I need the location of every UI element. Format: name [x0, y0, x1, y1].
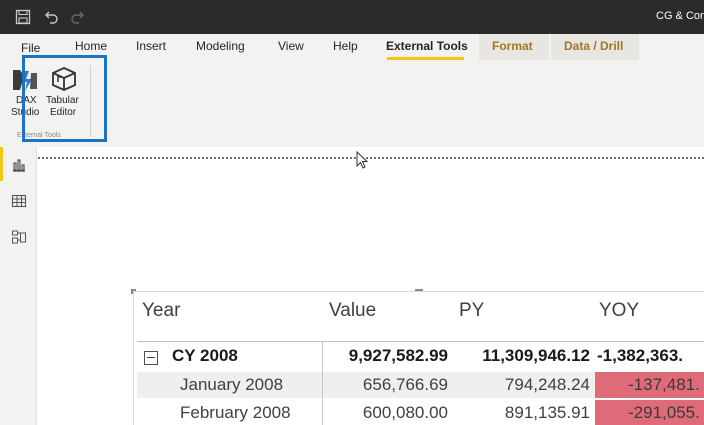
cell-year: CY 2008 — [172, 346, 238, 365]
cell-value: 600,080.00 — [362, 403, 448, 422]
tab-data-drill[interactable]: Data / Drill — [564, 39, 623, 53]
tab-home[interactable]: Home — [75, 39, 107, 53]
cell-year: February 2008 — [180, 403, 291, 422]
save-icon[interactable] — [15, 9, 31, 25]
column-header-py[interactable]: PY — [459, 300, 484, 322]
active-tab-indicator — [387, 57, 464, 60]
column-header-yoy[interactable]: YOY — [599, 300, 639, 322]
active-view-indicator — [0, 147, 3, 181]
cell-yoy: -291,055. — [628, 403, 700, 422]
model-view-icon[interactable] — [11, 229, 27, 245]
redo-icon[interactable] — [70, 9, 86, 25]
app-title: CG & Cons — [656, 10, 704, 22]
cell-value: 9,927,582.99 — [348, 346, 448, 365]
undo-icon[interactable] — [43, 9, 59, 25]
tab-help[interactable]: Help — [333, 39, 358, 53]
cell-py: 11,309,946.12 — [482, 346, 590, 365]
mouse-cursor-icon — [356, 151, 369, 169]
canvas-page-border — [38, 157, 704, 159]
table-row: January 2008 656,766.69 794,248.24 -137,… — [137, 372, 704, 398]
row-header-column-divider — [322, 341, 323, 425]
column-header-year[interactable]: Year — [142, 300, 180, 322]
cell-yoy: -1,382,363. — [597, 346, 684, 365]
column-header-value[interactable]: Value — [329, 300, 376, 322]
cell-yoy: -137,481. — [628, 375, 700, 394]
table-row: February 2008 600,080.00 891,135.91 -291… — [137, 400, 704, 425]
tab-file[interactable]: File — [21, 41, 40, 55]
collapse-icon[interactable] — [144, 351, 158, 365]
annotation-highlight-box — [22, 55, 107, 142]
cell-year: January 2008 — [180, 375, 284, 394]
cell-value: 656,766.69 — [362, 375, 448, 394]
data-view-icon[interactable] — [11, 193, 27, 209]
cell-py: 891,135.91 — [504, 403, 590, 422]
tab-format[interactable]: Format — [492, 39, 533, 53]
cell-py: 794,248.24 — [504, 375, 590, 394]
table-row-total: CY 2008 9,927,582.99 11,309,946.12 -1,38… — [137, 343, 704, 369]
visual-resize-handle-top-left[interactable] — [131, 289, 136, 294]
title-bar: CG & Cons — [0, 0, 704, 34]
tab-external-tools[interactable]: External Tools — [386, 39, 468, 53]
tab-insert[interactable]: Insert — [136, 39, 166, 53]
left-navigation — [0, 147, 37, 425]
report-view-icon[interactable] — [11, 157, 27, 173]
header-divider — [137, 341, 704, 342]
tab-view[interactable]: View — [278, 39, 304, 53]
tab-modeling[interactable]: Modeling — [196, 39, 245, 53]
visual-resize-handle-top-middle[interactable] — [415, 289, 423, 294]
